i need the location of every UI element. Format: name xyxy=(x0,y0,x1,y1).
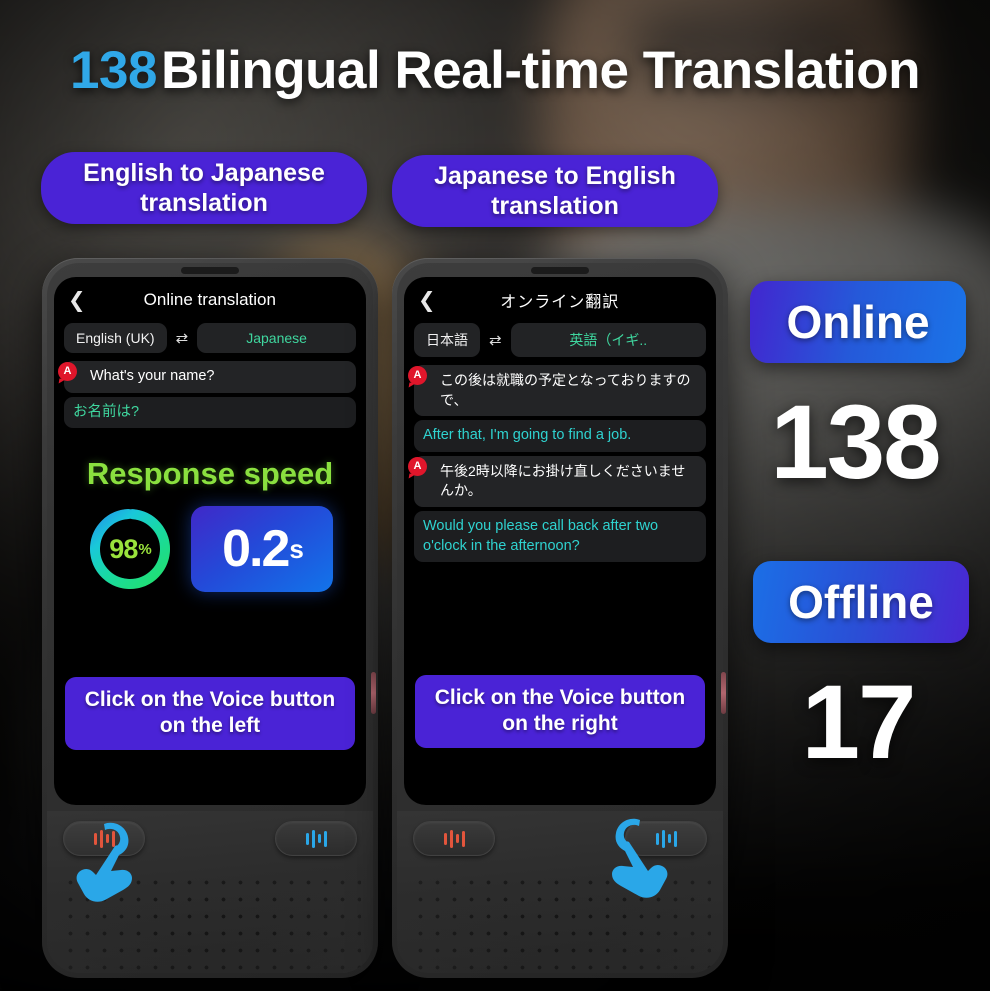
message-source-text: 午後2時以降にお掛け直しくださいませんか。 xyxy=(440,462,686,499)
device-body: ❮ オンライン翻訳 日本語 ⇄ 英語（イギ.. A この後は就職の予定となってお… xyxy=(397,263,723,973)
screen-header: ❮ Online translation xyxy=(54,277,366,323)
swap-arrows-icon[interactable]: ⇄ xyxy=(175,329,190,347)
screen-title: オンライン翻訳 xyxy=(500,294,620,311)
latency-value-box: 0.2 s xyxy=(191,506,333,593)
waveform-icon xyxy=(317,834,321,843)
waveform-icon xyxy=(461,830,465,847)
message-source: A What's your name? xyxy=(58,361,356,393)
device-screen-left: ❮ Online translation English (UK) ⇄ Japa… xyxy=(54,277,366,805)
avatar: A xyxy=(408,456,427,476)
accuracy-value: 98% xyxy=(87,506,173,592)
message-source-text: What's your name? xyxy=(90,368,215,384)
latency-number: 0.2 xyxy=(222,520,290,579)
waveform-icon xyxy=(323,830,327,847)
tap-hand-icon xyxy=(76,822,132,902)
response-speed-metrics: 98% 0.2 s xyxy=(54,506,366,593)
source-language-chip[interactable]: 日本語 xyxy=(414,323,480,357)
waveform-icon xyxy=(673,830,677,847)
online-language-count: 138 xyxy=(770,384,941,501)
device-screen-right: ❮ オンライン翻訳 日本語 ⇄ 英語（イギ.. A この後は就職の予定となってお… xyxy=(404,277,716,805)
message-translation: After that, I'm going to find a job. xyxy=(414,420,706,452)
direction-badge-label: Japanese to English translation xyxy=(434,161,676,221)
status-badge-label: Online xyxy=(786,296,930,348)
voice-button-left[interactable] xyxy=(413,821,495,856)
target-language-chip[interactable]: 英語（イギ.. xyxy=(510,323,706,357)
headline-language-count: 138 xyxy=(70,41,157,100)
screen-title: Online translation xyxy=(143,290,276,309)
device-side-button-right[interactable] xyxy=(721,672,726,714)
page-title: 138Bilingual Real-time Translation xyxy=(0,40,990,101)
waveform-icon xyxy=(455,834,459,843)
waveform-icon xyxy=(443,832,447,845)
percent-symbol: % xyxy=(138,540,151,558)
voice-button-right[interactable] xyxy=(275,821,357,856)
direction-badge-label: English to Japanese translation xyxy=(83,158,325,218)
headline-text: Bilingual Real-time Translation xyxy=(160,41,921,100)
source-language-chip[interactable]: English (UK) xyxy=(64,323,167,353)
device-hardware-panel xyxy=(397,811,723,973)
message-source: A 午後2時以降にお掛け直しくださいませんか。 xyxy=(408,455,706,507)
swap-arrows-icon[interactable]: ⇄ xyxy=(488,331,503,349)
waveform-icon xyxy=(311,829,315,848)
chevron-left-icon[interactable]: ❮ xyxy=(68,288,86,313)
voice-button-callout-left: Click on the Voice button on the left xyxy=(65,677,355,750)
message-translation: お名前は? xyxy=(64,396,356,429)
status-badge-offline: Offline xyxy=(753,561,969,643)
message-source-text: この後は就職の予定となっておりますので、 xyxy=(440,372,691,408)
message-source: A この後は就職の予定となっておりますので、 xyxy=(408,365,706,417)
response-speed-title: Response speed xyxy=(86,456,334,492)
waveform-icon xyxy=(449,829,453,848)
language-selector-bar: 日本語 ⇄ 英語（イギ.. xyxy=(404,323,716,365)
status-badge-label: Offline xyxy=(788,576,934,628)
translator-device-right: ❮ オンライン翻訳 日本語 ⇄ 英語（イギ.. A この後は就職の予定となってお… xyxy=(392,258,728,978)
direction-badge-ja-to-en: Japanese to English translation xyxy=(392,155,718,227)
device-speaker-notch xyxy=(181,267,239,274)
avatar: A xyxy=(408,366,427,385)
language-selector-bar: English (UK) ⇄ Japanese xyxy=(54,323,366,361)
conversation-list: A この後は就職の予定となっておりますので、 After that, I'm g… xyxy=(404,365,716,563)
avatar: A xyxy=(58,362,77,381)
latency-unit: s xyxy=(289,533,304,564)
conversation-list: A What's your name? お名前は? xyxy=(54,361,366,429)
accuracy-gauge: 98% xyxy=(87,506,173,592)
screen-header: ❮ オンライン翻訳 xyxy=(404,277,716,323)
tap-hand-icon xyxy=(612,818,668,898)
chevron-left-icon[interactable]: ❮ xyxy=(418,288,436,313)
voice-button-callout-right: Click on the Voice button on the right xyxy=(415,675,705,748)
target-language-chip[interactable]: Japanese xyxy=(197,323,356,353)
direction-badge-en-to-ja: English to Japanese translation xyxy=(41,152,367,224)
device-side-button-left[interactable] xyxy=(371,672,376,714)
message-translation: Would you please call back after two o'c… xyxy=(414,510,706,563)
device-speaker-notch xyxy=(531,267,589,274)
offline-language-count: 17 xyxy=(801,664,917,781)
status-badge-online: Online xyxy=(750,281,966,363)
accuracy-number: 98 xyxy=(109,533,138,564)
waveform-icon xyxy=(305,832,309,845)
